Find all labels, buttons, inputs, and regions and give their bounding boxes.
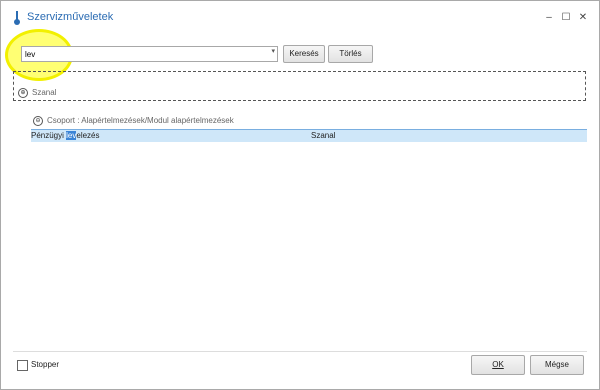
wrench-icon [14, 11, 20, 25]
search-input[interactable] [25, 48, 255, 60]
chevron-down-icon[interactable]: ▾ [271, 47, 275, 55]
expand-icon[interactable]: ⊕ [18, 88, 28, 98]
group-by-item-szanal[interactable]: ⊕ Szanal [18, 88, 56, 98]
stopper-checkbox[interactable] [17, 360, 28, 371]
maximize-button[interactable]: ☐ [560, 13, 572, 23]
group-by-label: Szanal [32, 88, 57, 98]
close-button[interactable]: ✕ [577, 13, 589, 23]
search-match-highlight: lev [66, 131, 77, 140]
cancel-button[interactable]: Mégse [530, 355, 584, 375]
stopper-label[interactable]: Stopper [31, 360, 59, 369]
title-bar: Szervizműveletek – ☐ ✕ [1, 1, 599, 33]
row-name-suffix: elezés [76, 131, 100, 140]
row-name-prefix: Pénzügyi [31, 131, 67, 140]
search-button[interactable]: Keresés [283, 45, 325, 63]
clear-button[interactable]: Törlés [328, 45, 373, 63]
collapse-icon[interactable]: ⊖ [33, 116, 43, 126]
dialog-window: Szervizműveletek – ☐ ✕ ▾ Keresés Törlés … [0, 0, 600, 390]
search-combobox[interactable]: ▾ [21, 46, 278, 62]
row-module-cell: Szanal [311, 131, 336, 140]
grid-group-header[interactable]: ⊖ Csoport : Alapértelmezések/Modul alapér… [33, 116, 234, 126]
footer-divider [13, 351, 587, 352]
ok-button[interactable]: OK [471, 355, 525, 375]
minimize-button[interactable]: – [543, 13, 555, 23]
group-header-label: Csoport : Alapértelmezések/Modul alapért… [47, 116, 234, 126]
window-title: Szervizműveletek [27, 11, 114, 23]
table-row[interactable]: Pénzügyi levelezés Szanal [31, 129, 587, 142]
group-by-area[interactable]: ⊕ Szanal [13, 71, 586, 101]
row-name-cell: Pénzügyi levelezés [31, 131, 100, 140]
